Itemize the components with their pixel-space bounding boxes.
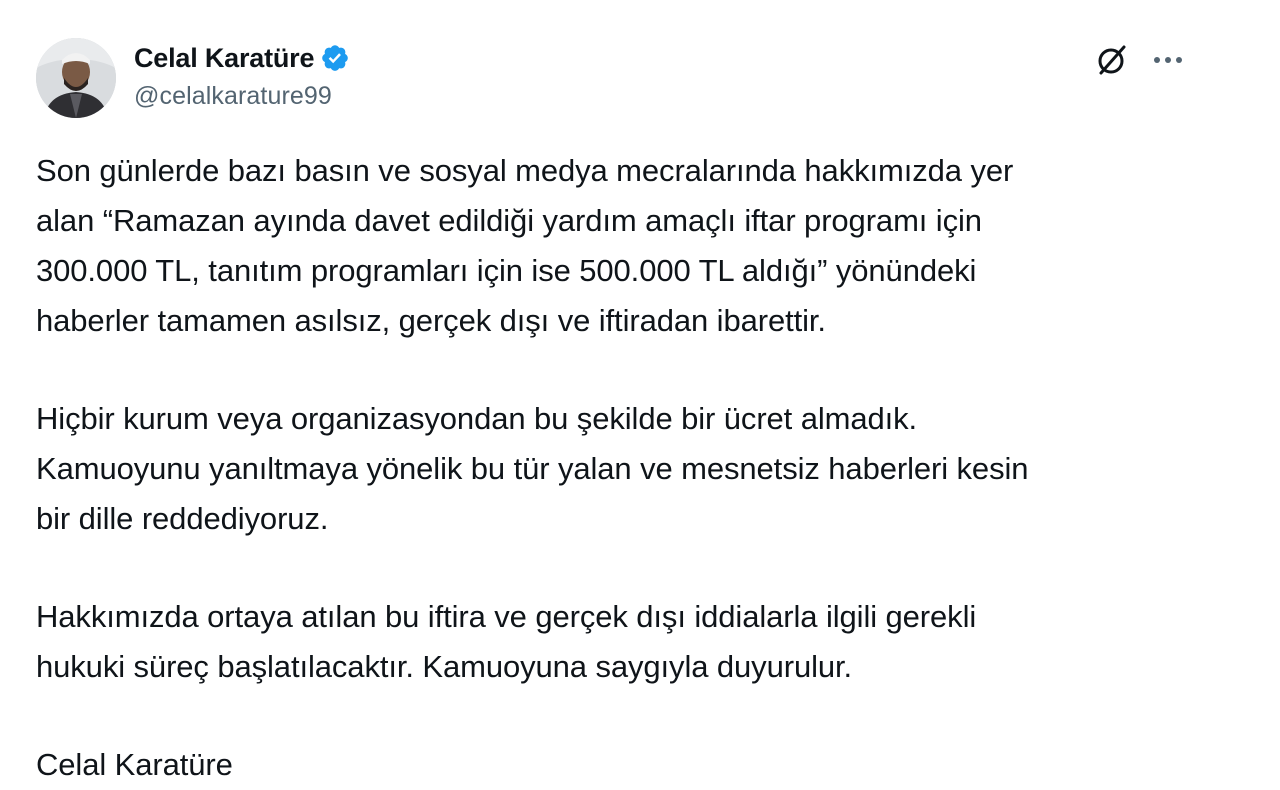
tweet-signature: Celal Karatüre xyxy=(36,747,233,782)
display-name-row: Celal Karatüre xyxy=(134,38,350,78)
tweet-line: alan “Ramazan ayında davet edildiği yard… xyxy=(36,203,982,238)
tweet-line: Son günlerde bazı basın ve sosyal medya … xyxy=(36,153,1014,188)
tweet-line: hukuki süreç başlatılacaktır. Kamuoyuna … xyxy=(36,649,853,684)
more-horizontal-icon[interactable] xyxy=(1148,40,1188,80)
display-name[interactable]: Celal Karatüre xyxy=(134,43,314,74)
tweet-line: 300.000 TL, tanıtım programları için ise… xyxy=(36,253,977,288)
tweet-text: Son günlerde bazı basın ve sosyal medya … xyxy=(36,146,1236,790)
tweet-actions xyxy=(1092,40,1188,80)
grok-slash-circle-icon[interactable] xyxy=(1092,40,1132,80)
avatar[interactable] xyxy=(36,38,116,118)
tweet-line: Kamuoyunu yanıltmaya yönelik bu tür yala… xyxy=(36,451,1029,486)
tweet-line: Hiçbir kurum veya organizasyondan bu şek… xyxy=(36,401,918,436)
verified-badge-icon xyxy=(320,43,350,73)
tweet-header: Celal Karatüre @celalkarature99 xyxy=(36,36,1244,120)
user-handle[interactable]: @celalkarature99 xyxy=(134,82,350,111)
tweet-line: Hakkımızda ortaya atılan bu iftira ve ge… xyxy=(36,599,977,634)
tweet-line: bir dille reddediyoruz. xyxy=(36,501,329,536)
avatar-photo xyxy=(36,38,116,118)
tweet-paragraph-2: Hiçbir kurum veya organizasyondan bu şek… xyxy=(36,394,1236,544)
author-block: Celal Karatüre @celalkarature99 xyxy=(134,38,350,111)
tweet-card: Celal Karatüre @celalkarature99 Son günl… xyxy=(0,0,1280,788)
tweet-line: haberler tamamen asılsız, gerçek dışı ve… xyxy=(36,303,826,338)
tweet-paragraph-3: Hakkımızda ortaya atılan bu iftira ve ge… xyxy=(36,592,1236,692)
tweet-paragraph-1: Son günlerde bazı basın ve sosyal medya … xyxy=(36,146,1236,346)
